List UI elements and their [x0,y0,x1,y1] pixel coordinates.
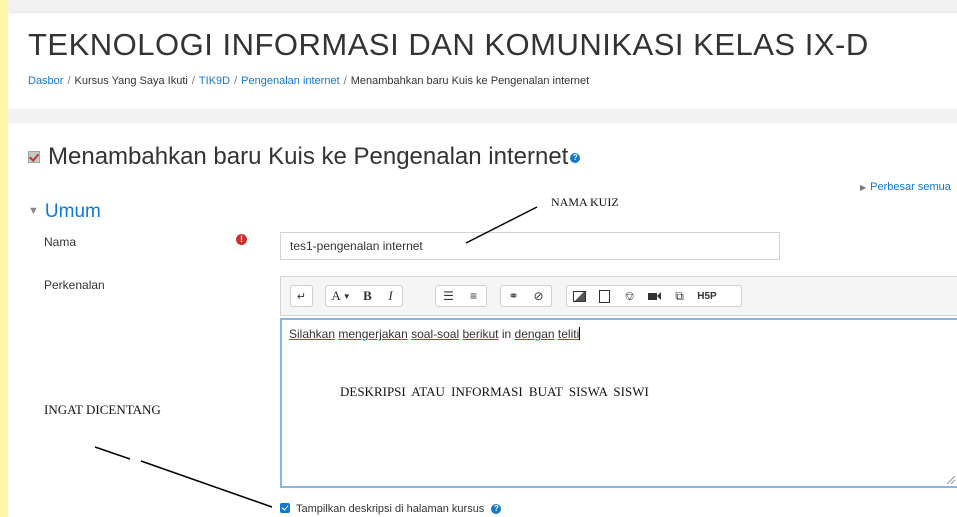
required-icon: ! [236,234,247,245]
page-background [8,109,957,123]
course-title: TEKNOLOGI INFORMASI DAN KOMUNIKASI KELAS… [28,27,869,62]
page-background [8,0,957,12]
page-title-text: Menambahkan baru Kuis ke Pengenalan inte… [48,143,569,170]
toolbar-collapse-icon[interactable]: ↵ [291,286,312,306]
annotation-remember-check: INGAT DICENTANG [44,402,161,417]
page-title: Menambahkan baru Kuis ke Pengenalan inte… [28,143,581,171]
video-camera-icon[interactable] [642,286,667,306]
editor-word: in [501,327,512,341]
microphone-icon[interactable]: ⎊ [617,286,642,306]
media-icon[interactable] [592,286,617,306]
toolbar-group-1: ↵ [290,285,313,307]
editor-word: dengan [514,327,555,341]
help-icon[interactable]: ? [491,504,502,515]
show-description-label: Tampilkan deskripsi di halaman kursus [296,503,485,515]
show-description-row: Tampilkan deskripsi di halaman kursus ? [280,503,502,515]
description-text: Silahkan mengerjakan soal-soal berikut i… [289,327,581,341]
expand-all-label: Perbesar semua [870,181,951,193]
description-editor[interactable]: Silahkan mengerjakan soal-soal berikut i… [280,318,957,488]
quiz-icon [28,151,40,163]
breadcrumb-separator: / [191,75,195,87]
font-icon: A [331,288,341,303]
resize-handle[interactable] [947,476,955,484]
toolbar-group-5: ⎊ ⧉ H5P [566,285,742,307]
text-caret [579,327,581,340]
breadcrumb-separator: / [234,75,238,87]
breadcrumb-item-dasbor[interactable]: Dasbor [28,75,63,87]
editor-toolbar: ↵ A ▼ B I ☰ ≡ ⚭ ⊘ ⎊ ⧉ H5P [280,276,957,316]
editor-word: berikut [462,327,499,341]
breadcrumb: Dasbor / Kursus Yang Saya Ikuti / TIK9D / Peng… [28,75,589,87]
image-icon[interactable] [567,286,592,306]
editor-word: mengerjakan [338,327,408,341]
chevron-down-icon: ▼ [28,205,39,217]
breadcrumb-item-current: Menambahkan baru Kuis ke Pengenalan inte… [350,75,590,87]
show-description-checkbox[interactable] [280,503,290,513]
ordered-list-icon[interactable]: ≡ [461,286,486,306]
section-header-umum[interactable]: ▼ Umum [28,201,101,223]
link-icon[interactable]: ⚭ [501,286,526,306]
quiz-name-input[interactable]: tes1-pengenalan internet [280,232,780,260]
manage-files-icon[interactable]: ⧉ [667,286,692,306]
toolbar-group-2: A ▼ B I [325,285,403,307]
breadcrumb-item-course[interactable]: TIK9D [199,75,230,87]
expand-all-link[interactable]: ▶ Perbesar semua [860,181,951,193]
unordered-list-icon[interactable]: ☰ [436,286,461,306]
annotation-description-info: DESKRIPSI ATAU INFORMASI BUAT SISWA SISW… [340,384,649,399]
editor-word: teliti [557,327,580,341]
breadcrumb-item-section[interactable]: Pengenalan internet [241,75,339,87]
h5p-icon[interactable]: H5P [692,286,722,306]
description-label: Perkenalan [44,278,105,292]
breadcrumb-separator: / [67,75,71,87]
toolbar-group-3: ☰ ≡ [435,285,487,307]
font-size-dropdown[interactable]: A ▼ [326,286,356,306]
name-label: Nama [44,235,77,249]
toolbar-group-4: ⚭ ⊘ [500,285,552,307]
breadcrumb-item-my-courses: Kursus Yang Saya Ikuti [74,75,188,87]
breadcrumb-separator: / [343,75,347,87]
section-title: Umum [44,201,101,222]
unlink-icon[interactable]: ⊘ [526,286,551,306]
editor-word: soal-soal [411,327,460,341]
editor-word: Silahkan [289,327,336,341]
triangle-right-icon: ▶ [860,183,867,192]
annotation-quiz-name: NAMA KUIZ [551,195,619,209]
help-icon[interactable]: ? [570,152,581,163]
left-margin-strip [0,0,8,517]
bold-button[interactable]: B [356,286,379,306]
italic-button[interactable]: I [379,286,402,306]
